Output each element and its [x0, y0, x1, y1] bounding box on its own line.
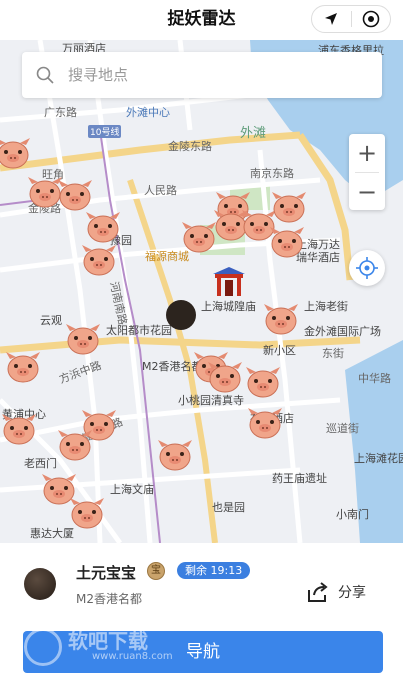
map-label: 小桃园清真寺 [178, 394, 244, 407]
map-label: 巡道街 [326, 422, 359, 435]
share-icon [308, 582, 328, 602]
map-label: 外滩中心 [126, 106, 170, 119]
map-label: 上海老街 [304, 300, 348, 313]
watermark-text: 软吧下载 [68, 629, 148, 653]
watermark-logo [24, 628, 62, 666]
monster-location: M2香港名都 [76, 592, 142, 606]
map-label: 人民路 [144, 184, 177, 197]
pig-monster-marker[interactable] [56, 178, 94, 212]
location-arrow-button[interactable] [312, 6, 351, 32]
share-label: 分享 [338, 585, 366, 601]
map-label: 广东路 [44, 106, 77, 119]
zoom-in-button[interactable]: + [349, 134, 385, 172]
pig-monster-marker[interactable] [270, 190, 308, 224]
map-label: 中华路 [358, 372, 391, 385]
map-label: 药王庙遗址 [272, 472, 327, 485]
crosshair-icon [356, 257, 378, 279]
remaining-time-badge: 剩余 19:13 [177, 562, 251, 579]
target-icon [362, 10, 380, 28]
search-placeholder: 搜寻地点 [68, 66, 129, 84]
monster-avatar [24, 568, 56, 600]
temple-landmark-icon[interactable] [211, 266, 247, 298]
coin-icon: 宝 [147, 562, 165, 580]
top-bar: 捉妖雷达 [0, 0, 403, 40]
map-label: 上海文庙 [110, 483, 154, 496]
pig-monster-marker[interactable] [84, 210, 122, 244]
location-arrow-icon [325, 13, 338, 25]
pig-monster-marker[interactable] [80, 243, 118, 277]
watermark-url: www.ruan8.com [92, 651, 173, 662]
map-label: 太阳都市花园 [106, 324, 172, 337]
map-label: 老西门 [24, 457, 57, 470]
locate-button[interactable] [349, 250, 385, 286]
map-label: 新小区 [263, 344, 296, 357]
map-view[interactable]: 万丽酒店 浦东香格里拉 广东路 外滩中心 10号线 金陵东路 外滩 旺角 金陵路… [0, 40, 403, 543]
share-button[interactable]: 分享 [306, 580, 366, 604]
search-icon [36, 66, 54, 84]
map-label: 也是园 [212, 501, 245, 514]
selected-monster-marker[interactable] [166, 300, 196, 330]
search-bar[interactable]: 搜寻地点 [22, 52, 382, 98]
pig-monster-marker[interactable] [262, 302, 300, 336]
zoom-out-button[interactable]: − [349, 173, 385, 211]
pig-monster-marker[interactable] [0, 412, 38, 446]
map-label: 云观 [40, 314, 62, 327]
pig-monster-marker[interactable] [68, 496, 106, 530]
pig-monster-marker[interactable] [244, 365, 282, 399]
monster-name: 土元宝宝 [76, 564, 137, 582]
pig-monster-marker[interactable] [268, 225, 306, 259]
map-label: 金陵东路 [168, 140, 212, 153]
capsule-menu [311, 5, 391, 33]
target-button[interactable] [351, 6, 390, 32]
pig-monster-marker[interactable] [156, 438, 194, 472]
map-label: 10号线 [88, 125, 122, 138]
map-label: 上海城隍庙 [201, 300, 256, 313]
pig-monster-marker[interactable] [64, 322, 102, 356]
map-label: 小南门 [336, 508, 369, 521]
map-label: 外滩 [240, 126, 267, 141]
pig-monster-marker[interactable] [246, 406, 284, 440]
map-label: 金外滩国际广场 [304, 325, 381, 338]
map-label: 东街 [322, 347, 344, 360]
pig-monster-marker[interactable] [206, 360, 244, 394]
pig-monster-marker[interactable] [0, 136, 32, 170]
zoom-controls: + − [349, 134, 385, 210]
pig-monster-marker[interactable] [4, 350, 42, 384]
map-label: 南京东路 [250, 167, 294, 180]
pig-monster-marker[interactable] [56, 428, 94, 462]
map-label: 上海滩花园 [354, 452, 403, 465]
